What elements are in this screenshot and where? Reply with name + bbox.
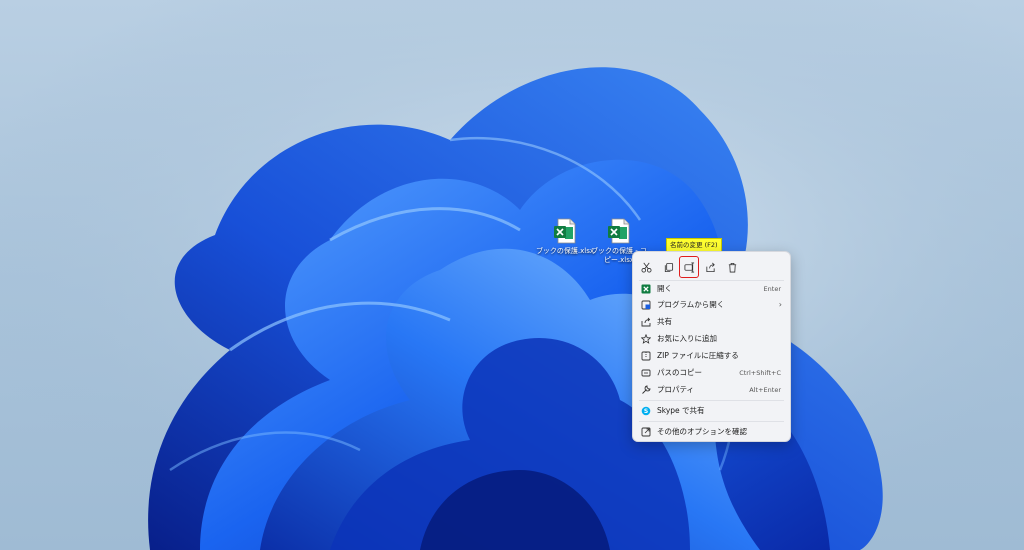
desktop-file-1[interactable]: ブックの保護.xlsx [535,218,595,256]
menu-separator [639,400,784,401]
skype-icon: S [641,406,651,416]
cut-button[interactable] [637,258,655,276]
scissors-icon [641,262,651,272]
copy-button[interactable] [659,258,677,276]
menu-item-properties[interactable]: プロパティ Alt+Enter [636,382,787,397]
menu-item-open-with[interactable]: プログラムから開く › [636,297,787,312]
file-name-label: ブックの保護.xlsx [535,247,595,255]
svg-text:S: S [644,408,648,415]
menu-item-more-options[interactable]: その他のオプションを確認 [636,424,787,439]
more-options-icon [641,427,651,437]
menu-item-share[interactable]: 共有 [636,314,787,329]
menu-item-skype[interactable]: S Skype で共有 [636,403,787,418]
menu-item-open[interactable]: 開く Enter [636,281,787,296]
chevron-right-icon: › [778,300,782,309]
share-icon [705,262,715,272]
context-menu: 開く Enter プログラムから開く › 共有 お気に入りに追加 ZIP ファイ… [632,251,791,442]
open-with-icon [641,300,651,310]
menu-item-copy-path[interactable]: パスのコピー Ctrl+Shift+C [636,365,787,380]
star-icon [641,333,651,344]
trash-icon [728,262,736,272]
rename-icon [684,262,694,272]
menu-separator [639,421,784,422]
rename-tooltip: 名前の変更 (F2) [666,238,722,252]
copy-icon [664,262,673,272]
menu-item-zip[interactable]: ZIP ファイルに圧縮する [636,348,787,363]
path-copy-icon [641,368,651,378]
wrench-icon [641,384,651,395]
rename-button[interactable] [679,256,699,278]
desktop-wallpaper [0,0,1024,550]
delete-button[interactable] [723,258,741,276]
share-icon [641,317,651,327]
share-button[interactable] [701,258,719,276]
excel-file-icon [607,218,631,244]
context-menu-toolbar [633,256,792,278]
menu-item-favorites[interactable]: お気に入りに追加 [636,331,787,346]
excel-file-icon [553,218,577,244]
zip-icon [641,351,651,361]
excel-icon [641,284,651,294]
